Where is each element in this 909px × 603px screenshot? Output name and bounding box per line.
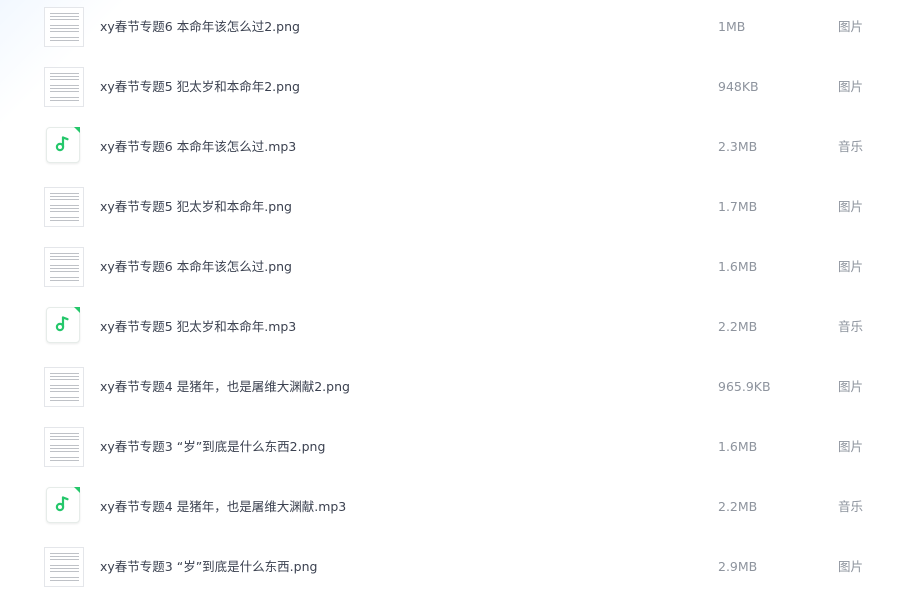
- file-type: 图片: [838, 199, 864, 214]
- file-name[interactable]: xy春节专题5 犯太岁和本命年.png: [100, 199, 292, 215]
- image-thumbnail-icon: [44, 547, 84, 587]
- image-thumbnail-icon: [44, 7, 84, 47]
- file-row[interactable]: xy春节专题6 本命年该怎么过2.png 1MB 图片: [0, 0, 909, 60]
- image-thumbnail-icon: [44, 67, 84, 107]
- file-name[interactable]: xy春节专题4 是猪年，也是屠维大渊献2.png: [100, 379, 350, 395]
- file-name[interactable]: xy春节专题6 本命年该怎么过.png: [100, 259, 292, 275]
- image-thumbnail-icon: [44, 427, 84, 467]
- file-size: 2.9MB: [718, 559, 758, 574]
- file-size: 2.2MB: [718, 499, 758, 514]
- music-note-icon: [46, 487, 80, 523]
- file-type: 音乐: [838, 139, 864, 154]
- file-size: 2.2MB: [718, 319, 758, 334]
- file-row[interactable]: xy春节专题6 本命年该怎么过.png 1.6MB 图片: [0, 240, 909, 300]
- file-row[interactable]: xy春节专题3 “岁”到底是什么东西.png 2.9MB 图片: [0, 540, 909, 600]
- file-size: 948KB: [718, 79, 759, 94]
- file-name[interactable]: xy春节专题5 犯太岁和本命年.mp3: [100, 319, 296, 335]
- file-name[interactable]: xy春节专题6 本命年该怎么过2.png: [100, 19, 300, 35]
- music-note-icon: [46, 127, 80, 163]
- file-row[interactable]: xy春节专题3 “岁”到底是什么东西2.png 1.6MB 图片: [0, 420, 909, 480]
- music-note-icon: [46, 307, 80, 343]
- file-size: 1MB: [718, 19, 746, 34]
- file-row[interactable]: xy春节专题5 犯太岁和本命年.mp3 2.2MB 音乐: [0, 300, 909, 360]
- file-type: 图片: [838, 259, 864, 274]
- file-name[interactable]: xy春节专题3 “岁”到底是什么东西.png: [100, 559, 317, 575]
- file-type: 图片: [838, 19, 864, 34]
- file-size: 1.7MB: [718, 199, 758, 214]
- file-name[interactable]: xy春节专题3 “岁”到底是什么东西2.png: [100, 439, 325, 455]
- file-name[interactable]: xy春节专题5 犯太岁和本命年2.png: [100, 79, 300, 95]
- file-type: 图片: [838, 559, 864, 574]
- file-type: 音乐: [838, 499, 864, 514]
- file-size: 2.3MB: [718, 139, 758, 154]
- file-row[interactable]: xy春节专题5 犯太岁和本命年.png 1.7MB 图片: [0, 180, 909, 240]
- file-row[interactable]: xy春节专题6 本命年该怎么过.mp3 2.3MB 音乐: [0, 120, 909, 180]
- image-thumbnail-icon: [44, 187, 84, 227]
- file-size: 1.6MB: [718, 259, 758, 274]
- file-row[interactable]: xy春节专题4 是猪年，也是屠维大渊献.mp3 2.2MB 音乐: [0, 480, 909, 540]
- file-size: 1.6MB: [718, 439, 758, 454]
- file-type: 图片: [838, 439, 864, 454]
- image-thumbnail-icon: [44, 247, 84, 287]
- file-name[interactable]: xy春节专题4 是猪年，也是屠维大渊献.mp3: [100, 499, 346, 515]
- file-size: 965.9KB: [718, 379, 771, 394]
- file-row[interactable]: xy春节专题5 犯太岁和本命年2.png 948KB 图片: [0, 60, 909, 120]
- file-list: xy春节专题6 本命年该怎么过2.png 1MB 图片 xy春节专题5 犯太岁和…: [0, 0, 909, 603]
- image-thumbnail-icon: [44, 367, 84, 407]
- file-type: 图片: [838, 379, 864, 394]
- file-type: 音乐: [838, 319, 864, 334]
- file-row[interactable]: xy春节专题4 是猪年，也是屠维大渊献2.png 965.9KB 图片: [0, 360, 909, 420]
- file-name[interactable]: xy春节专题6 本命年该怎么过.mp3: [100, 139, 296, 155]
- file-type: 图片: [838, 79, 864, 94]
